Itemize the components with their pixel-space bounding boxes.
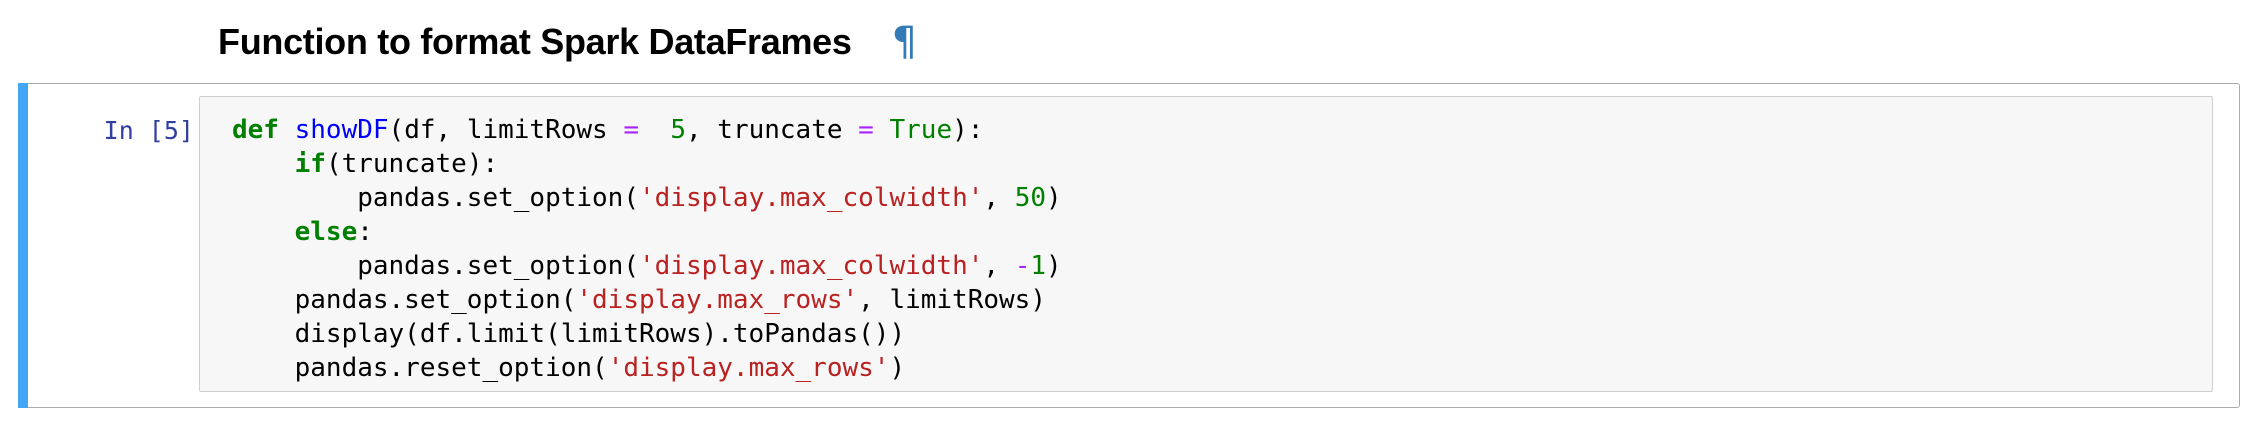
code-token: 5 (670, 115, 686, 145)
code-token: pandas.set_option( (232, 183, 639, 213)
code-line: pandas.set_option('display.max_rows', li… (232, 283, 1062, 317)
code-token: - (1014, 251, 1031, 281)
code-line: pandas.set_option('display.max_colwidth'… (232, 249, 1062, 283)
code-editor[interactable]: def showDF(df, limitRows = 5, truncate =… (199, 96, 2213, 392)
code-token: def (232, 115, 279, 145)
code-token: , truncate (685, 115, 859, 145)
code-token: if (294, 149, 326, 179)
code-token: , limitRows) (858, 285, 1046, 315)
cell-selection-indicator (18, 83, 28, 408)
code-line: else: (232, 215, 1062, 249)
code-token: ) (889, 353, 906, 383)
code-token: pandas.set_option( (232, 251, 639, 281)
code-token: 'display.max_colwidth' (639, 183, 984, 213)
code-cell[interactable]: In [5]: def showDF(df, limitRows = 5, tr… (18, 83, 2240, 408)
code-token: (truncate): (325, 149, 499, 179)
code-token: (df, limitRows (388, 115, 624, 145)
code-token: = (858, 115, 874, 145)
code-token: ): (952, 115, 984, 145)
code-token: = (623, 115, 640, 145)
code-token: , (983, 251, 1015, 281)
code-token: display(df.limit(limitRows).toPandas()) (232, 319, 906, 349)
input-prompt: In [5]: (103, 116, 209, 145)
code-line: if(truncate): (232, 147, 1062, 181)
code-token: 'display.max_rows' (607, 353, 890, 383)
code-token: pandas.reset_option( (232, 353, 608, 383)
code-line: pandas.reset_option('display.max_rows') (232, 351, 1062, 385)
anchor-link-pilcrow-icon[interactable]: ¶ (892, 19, 917, 65)
code-token: pandas.set_option( (232, 285, 577, 315)
code-line: def showDF(df, limitRows = 5, truncate =… (232, 113, 1062, 147)
code-token: 'display.max_rows' (576, 285, 859, 315)
code-block[interactable]: def showDF(df, limitRows = 5, truncate =… (232, 113, 1062, 385)
code-token: else (294, 217, 358, 247)
heading-title: Function to format Spark DataFrames (218, 21, 852, 62)
code-token: 1 (1030, 251, 1046, 281)
code-line: pandas.set_option('display.max_colwidth'… (232, 181, 1062, 215)
markdown-heading: Function to format Spark DataFrames ¶ (218, 14, 917, 70)
code-token: ) (1046, 183, 1062, 213)
code-token: 'display.max_colwidth' (639, 251, 984, 281)
code-token: 50 (1014, 183, 1046, 213)
code-token: True (889, 115, 953, 145)
code-token: ) (1046, 251, 1062, 281)
code-line: display(df.limit(limitRows).toPandas()) (232, 317, 1062, 351)
code-token: , (983, 183, 1015, 213)
code-token: showDF (294, 115, 389, 145)
code-token: : (357, 217, 373, 247)
